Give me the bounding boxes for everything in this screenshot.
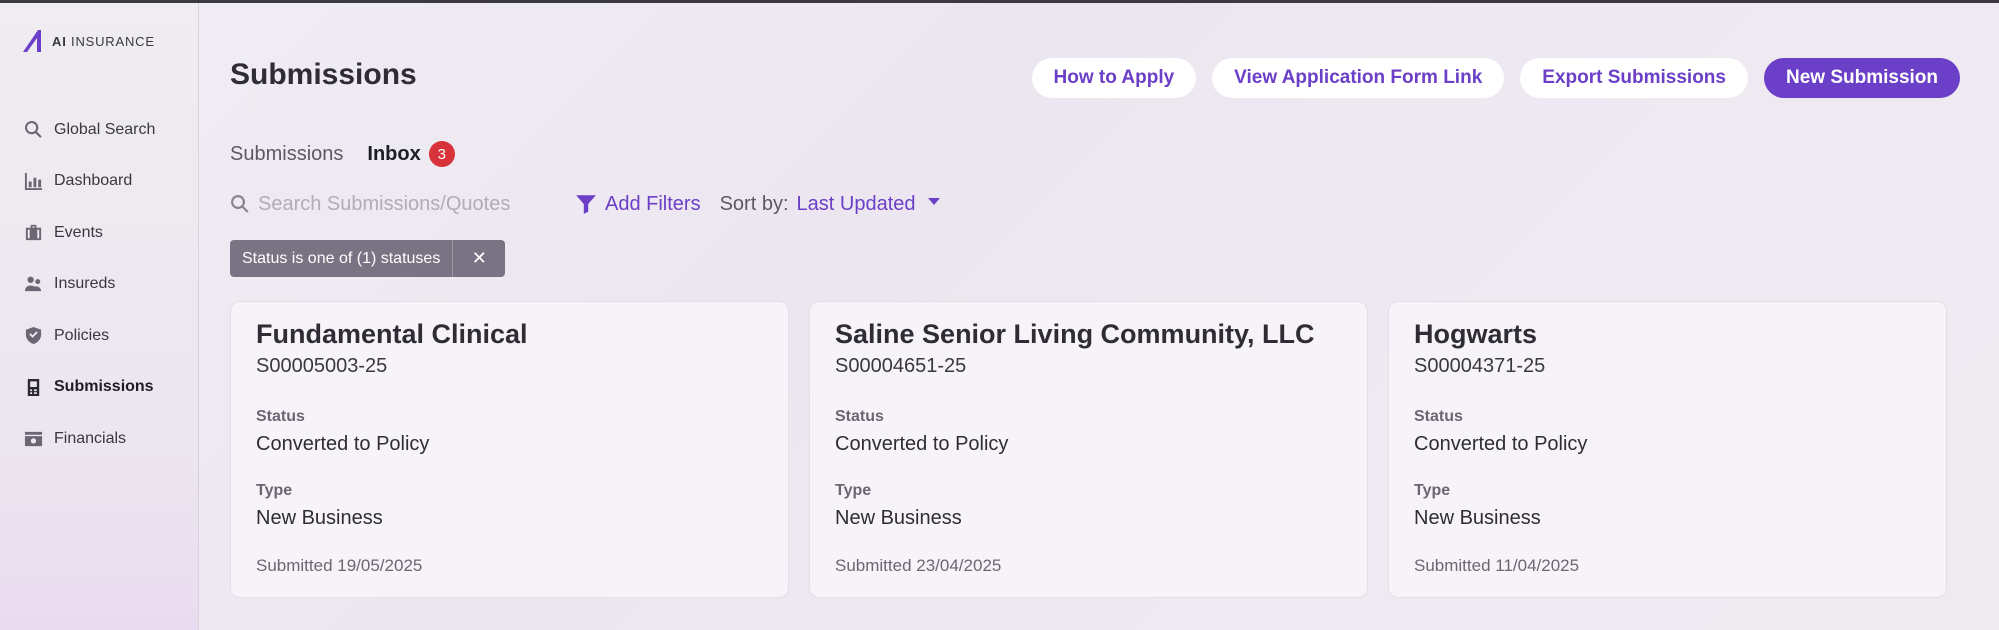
status-value: Converted to Policy bbox=[256, 433, 430, 455]
add-filters-label: Add Filters bbox=[605, 192, 701, 215]
how-to-apply-button[interactable]: How to Apply bbox=[1031, 58, 1197, 98]
tabs: Submissions Inbox 3 bbox=[230, 141, 455, 167]
people-icon bbox=[22, 273, 44, 295]
sidebar-item-policies[interactable]: Policies bbox=[0, 310, 199, 362]
document-icon bbox=[22, 376, 44, 398]
submission-cards: Fundamental Clinical S00005003-25 Status… bbox=[230, 301, 1947, 598]
submitted-date: Submitted 23/04/2025 bbox=[835, 556, 1002, 575]
add-filters-button[interactable]: Add Filters bbox=[575, 193, 701, 216]
sidebar: AI INSURANCE Global Search Dashboard Eve… bbox=[0, 3, 199, 630]
logo-text: AI INSURANCE bbox=[52, 33, 155, 49]
sidebar-item-label: Financials bbox=[54, 429, 127, 447]
card-title: Hogwarts bbox=[1414, 319, 1538, 349]
status-label: Status bbox=[1414, 408, 1463, 425]
type-value: New Business bbox=[835, 507, 962, 529]
filter-chip-label[interactable]: Status is one of (1) statuses bbox=[230, 240, 454, 277]
main-content: Submissions How to Apply View Applicatio… bbox=[200, 3, 1999, 630]
toolbar: Add Filters Sort by: Last Updated bbox=[230, 189, 940, 219]
chevron-down-icon bbox=[927, 197, 940, 205]
card-id: S00005003-25 bbox=[256, 355, 388, 377]
submitted-date: Submitted 19/05/2025 bbox=[256, 556, 423, 575]
sidebar-item-label: Dashboard bbox=[54, 172, 133, 190]
submission-card[interactable]: Saline Senior Living Community, LLC S000… bbox=[809, 301, 1368, 598]
page-title: Submissions bbox=[230, 58, 417, 91]
search-input[interactable] bbox=[258, 192, 558, 216]
filter-chip: Status is one of (1) statuses ✕ bbox=[230, 240, 506, 277]
filter-icon bbox=[576, 195, 596, 214]
logo[interactable]: AI INSURANCE bbox=[20, 28, 155, 54]
submitted-date: Submitted 11/04/2025 bbox=[1414, 556, 1580, 575]
search-icon bbox=[231, 195, 249, 213]
card-title: Fundamental Clinical bbox=[256, 319, 528, 349]
new-submission-button[interactable]: New Submission bbox=[1763, 58, 1960, 98]
sidebar-item-insureds[interactable]: Insureds bbox=[0, 259, 199, 311]
type-label: Type bbox=[1414, 482, 1451, 499]
logo-icon bbox=[23, 30, 41, 52]
shield-icon bbox=[22, 325, 44, 347]
search-icon bbox=[22, 119, 44, 141]
status-label: Status bbox=[256, 408, 305, 425]
status-label: Status bbox=[835, 408, 884, 425]
sidebar-item-label: Submissions bbox=[54, 378, 154, 396]
money-icon bbox=[22, 428, 44, 450]
card-id: S00004371-25 bbox=[1414, 355, 1546, 377]
sort-value: Last Updated bbox=[796, 192, 916, 215]
submission-card[interactable]: Hogwarts S00004371-25 Status Converted t… bbox=[1388, 301, 1947, 598]
inbox-count-badge: 3 bbox=[428, 141, 455, 167]
header-actions: How to Apply View Application Form Link … bbox=[1031, 58, 1960, 98]
type-value: New Business bbox=[1414, 507, 1541, 529]
sidebar-item-global-search[interactable]: Global Search bbox=[0, 104, 199, 156]
view-form-link-button[interactable]: View Application Form Link bbox=[1212, 58, 1505, 98]
tab-inbox[interactable]: Inbox bbox=[367, 143, 420, 166]
type-label: Type bbox=[835, 482, 872, 499]
sort-dropdown[interactable]: Last Updated bbox=[797, 193, 940, 216]
type-value: New Business bbox=[256, 507, 383, 529]
card-title: Saline Senior Living Community, LLC bbox=[835, 319, 1315, 349]
sidebar-item-label: Events bbox=[54, 223, 103, 241]
export-submissions-button[interactable]: Export Submissions bbox=[1520, 58, 1748, 98]
sidebar-nav: Global Search Dashboard Events Insureds … bbox=[0, 104, 199, 465]
sidebar-item-submissions[interactable]: Submissions bbox=[0, 362, 199, 414]
submission-card[interactable]: Fundamental Clinical S00005003-25 Status… bbox=[230, 301, 789, 598]
close-icon[interactable]: ✕ bbox=[453, 240, 505, 277]
tab-inbox-wrapper[interactable]: Inbox 3 bbox=[367, 141, 455, 167]
status-value: Converted to Policy bbox=[835, 433, 1009, 455]
briefcase-icon bbox=[22, 222, 44, 244]
sidebar-item-label: Global Search bbox=[54, 120, 156, 138]
sort-control: Sort by: Last Updated bbox=[720, 193, 940, 216]
sidebar-item-events[interactable]: Events bbox=[0, 207, 199, 259]
sidebar-item-dashboard[interactable]: Dashboard bbox=[0, 156, 199, 208]
sidebar-item-label: Insureds bbox=[54, 275, 116, 293]
chart-icon bbox=[22, 170, 44, 192]
status-value: Converted to Policy bbox=[1414, 433, 1588, 455]
sort-label: Sort by: bbox=[719, 192, 789, 215]
card-id: S00004651-25 bbox=[835, 355, 967, 377]
tab-submissions[interactable]: Submissions bbox=[230, 143, 343, 166]
sidebar-item-label: Policies bbox=[54, 326, 110, 344]
search-box bbox=[230, 192, 575, 216]
type-label: Type bbox=[256, 482, 293, 499]
sidebar-item-financials[interactable]: Financials bbox=[0, 413, 199, 465]
